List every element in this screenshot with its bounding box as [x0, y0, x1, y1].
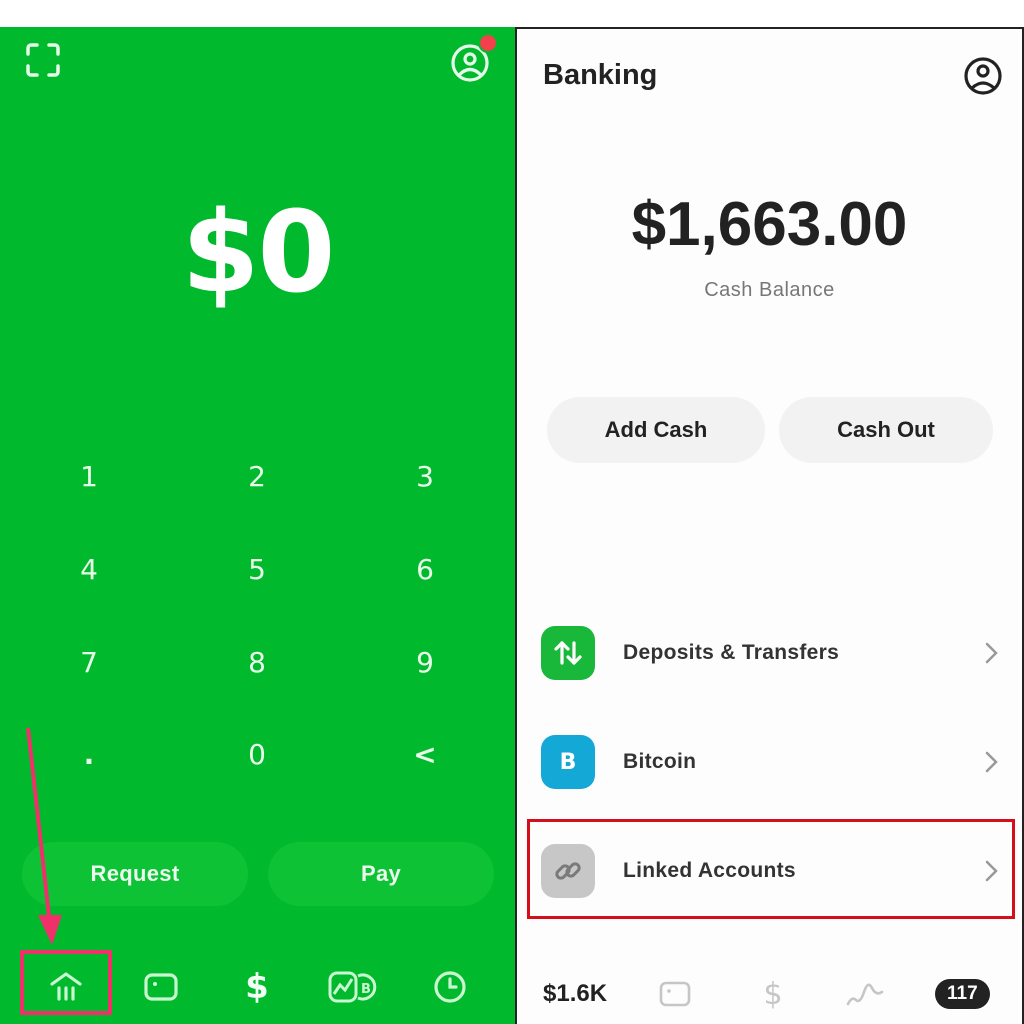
- bottom-nav: $1.6K $ 117: [517, 969, 1022, 1019]
- key-9[interactable]: 9: [365, 632, 485, 692]
- nav-banking[interactable]: $1.6K: [543, 969, 607, 1019]
- amount-display: $0: [181, 188, 336, 318]
- nav-activity[interactable]: [420, 957, 480, 1017]
- card-icon: [144, 973, 178, 1001]
- annotation-highlight-box: [527, 819, 1015, 919]
- nav-investing[interactable]: [845, 969, 885, 1019]
- add-cash-button[interactable]: Add Cash: [547, 397, 765, 463]
- menu-item-label: Bitcoin: [623, 750, 697, 773]
- annotation-highlight-box: [20, 950, 112, 1015]
- key-1[interactable]: 1: [29, 446, 149, 506]
- menu-item-bitcoin[interactable]: B Bitcoin: [541, 731, 1011, 793]
- key-4[interactable]: 4: [29, 539, 149, 599]
- cash-balance-label: Cash Balance: [704, 279, 835, 301]
- balance-short: $1.6K: [543, 980, 608, 1007]
- chevron-right-icon: [985, 642, 998, 664]
- nav-investing[interactable]: B: [323, 957, 387, 1017]
- menu-item-deposits-transfers[interactable]: Deposits & Transfers: [541, 622, 1011, 684]
- key-5[interactable]: 5: [197, 539, 317, 599]
- notification-dot: [478, 33, 498, 53]
- key-6[interactable]: 6: [365, 539, 485, 599]
- chevron-right-icon: [985, 751, 998, 773]
- arrows-up-down-icon: [541, 626, 595, 680]
- scan-icon[interactable]: [26, 43, 60, 77]
- card-icon: [659, 981, 691, 1007]
- investing-icon: [846, 983, 884, 1006]
- page-title: Banking: [543, 59, 658, 91]
- nav-pay[interactable]: $: [755, 969, 791, 1019]
- nav-pay[interactable]: $: [227, 957, 287, 1017]
- investing-bitcoin-icon: B: [328, 971, 377, 1003]
- cash-out-button[interactable]: Cash Out: [779, 397, 993, 463]
- nav-card[interactable]: [131, 957, 191, 1017]
- key-2[interactable]: 2: [197, 446, 317, 506]
- pay-button[interactable]: Pay: [268, 842, 494, 906]
- nav-activity[interactable]: 117: [935, 969, 990, 1019]
- clock-icon: [434, 971, 466, 1003]
- bitcoin-icon: B: [541, 735, 595, 789]
- key-7[interactable]: 7: [29, 632, 149, 692]
- dollar-icon: $: [763, 976, 783, 1012]
- svg-text:B: B: [361, 982, 371, 997]
- right-screen-banking: Banking $1,663.00 Cash Balance Add Cash …: [515, 27, 1024, 1024]
- key-0[interactable]: 0: [197, 724, 317, 784]
- menu-item-label: Deposits & Transfers: [623, 641, 840, 664]
- key-decimal[interactable]: .: [29, 724, 149, 784]
- cash-balance-amount: $1,663.00: [631, 190, 908, 259]
- nav-card[interactable]: [657, 969, 693, 1019]
- dollar-icon: $: [245, 967, 269, 1007]
- profile-icon[interactable]: [963, 56, 1003, 96]
- activity-badge: 117: [935, 979, 990, 1009]
- key-8[interactable]: 8: [197, 632, 317, 692]
- key-3[interactable]: 3: [365, 446, 485, 506]
- key-backspace[interactable]: <: [365, 724, 485, 784]
- left-screen-home: $0 1 2 3 4 5 6 7 8 9 . 0 < Request Pay $: [0, 27, 515, 1024]
- request-button[interactable]: Request: [22, 842, 248, 906]
